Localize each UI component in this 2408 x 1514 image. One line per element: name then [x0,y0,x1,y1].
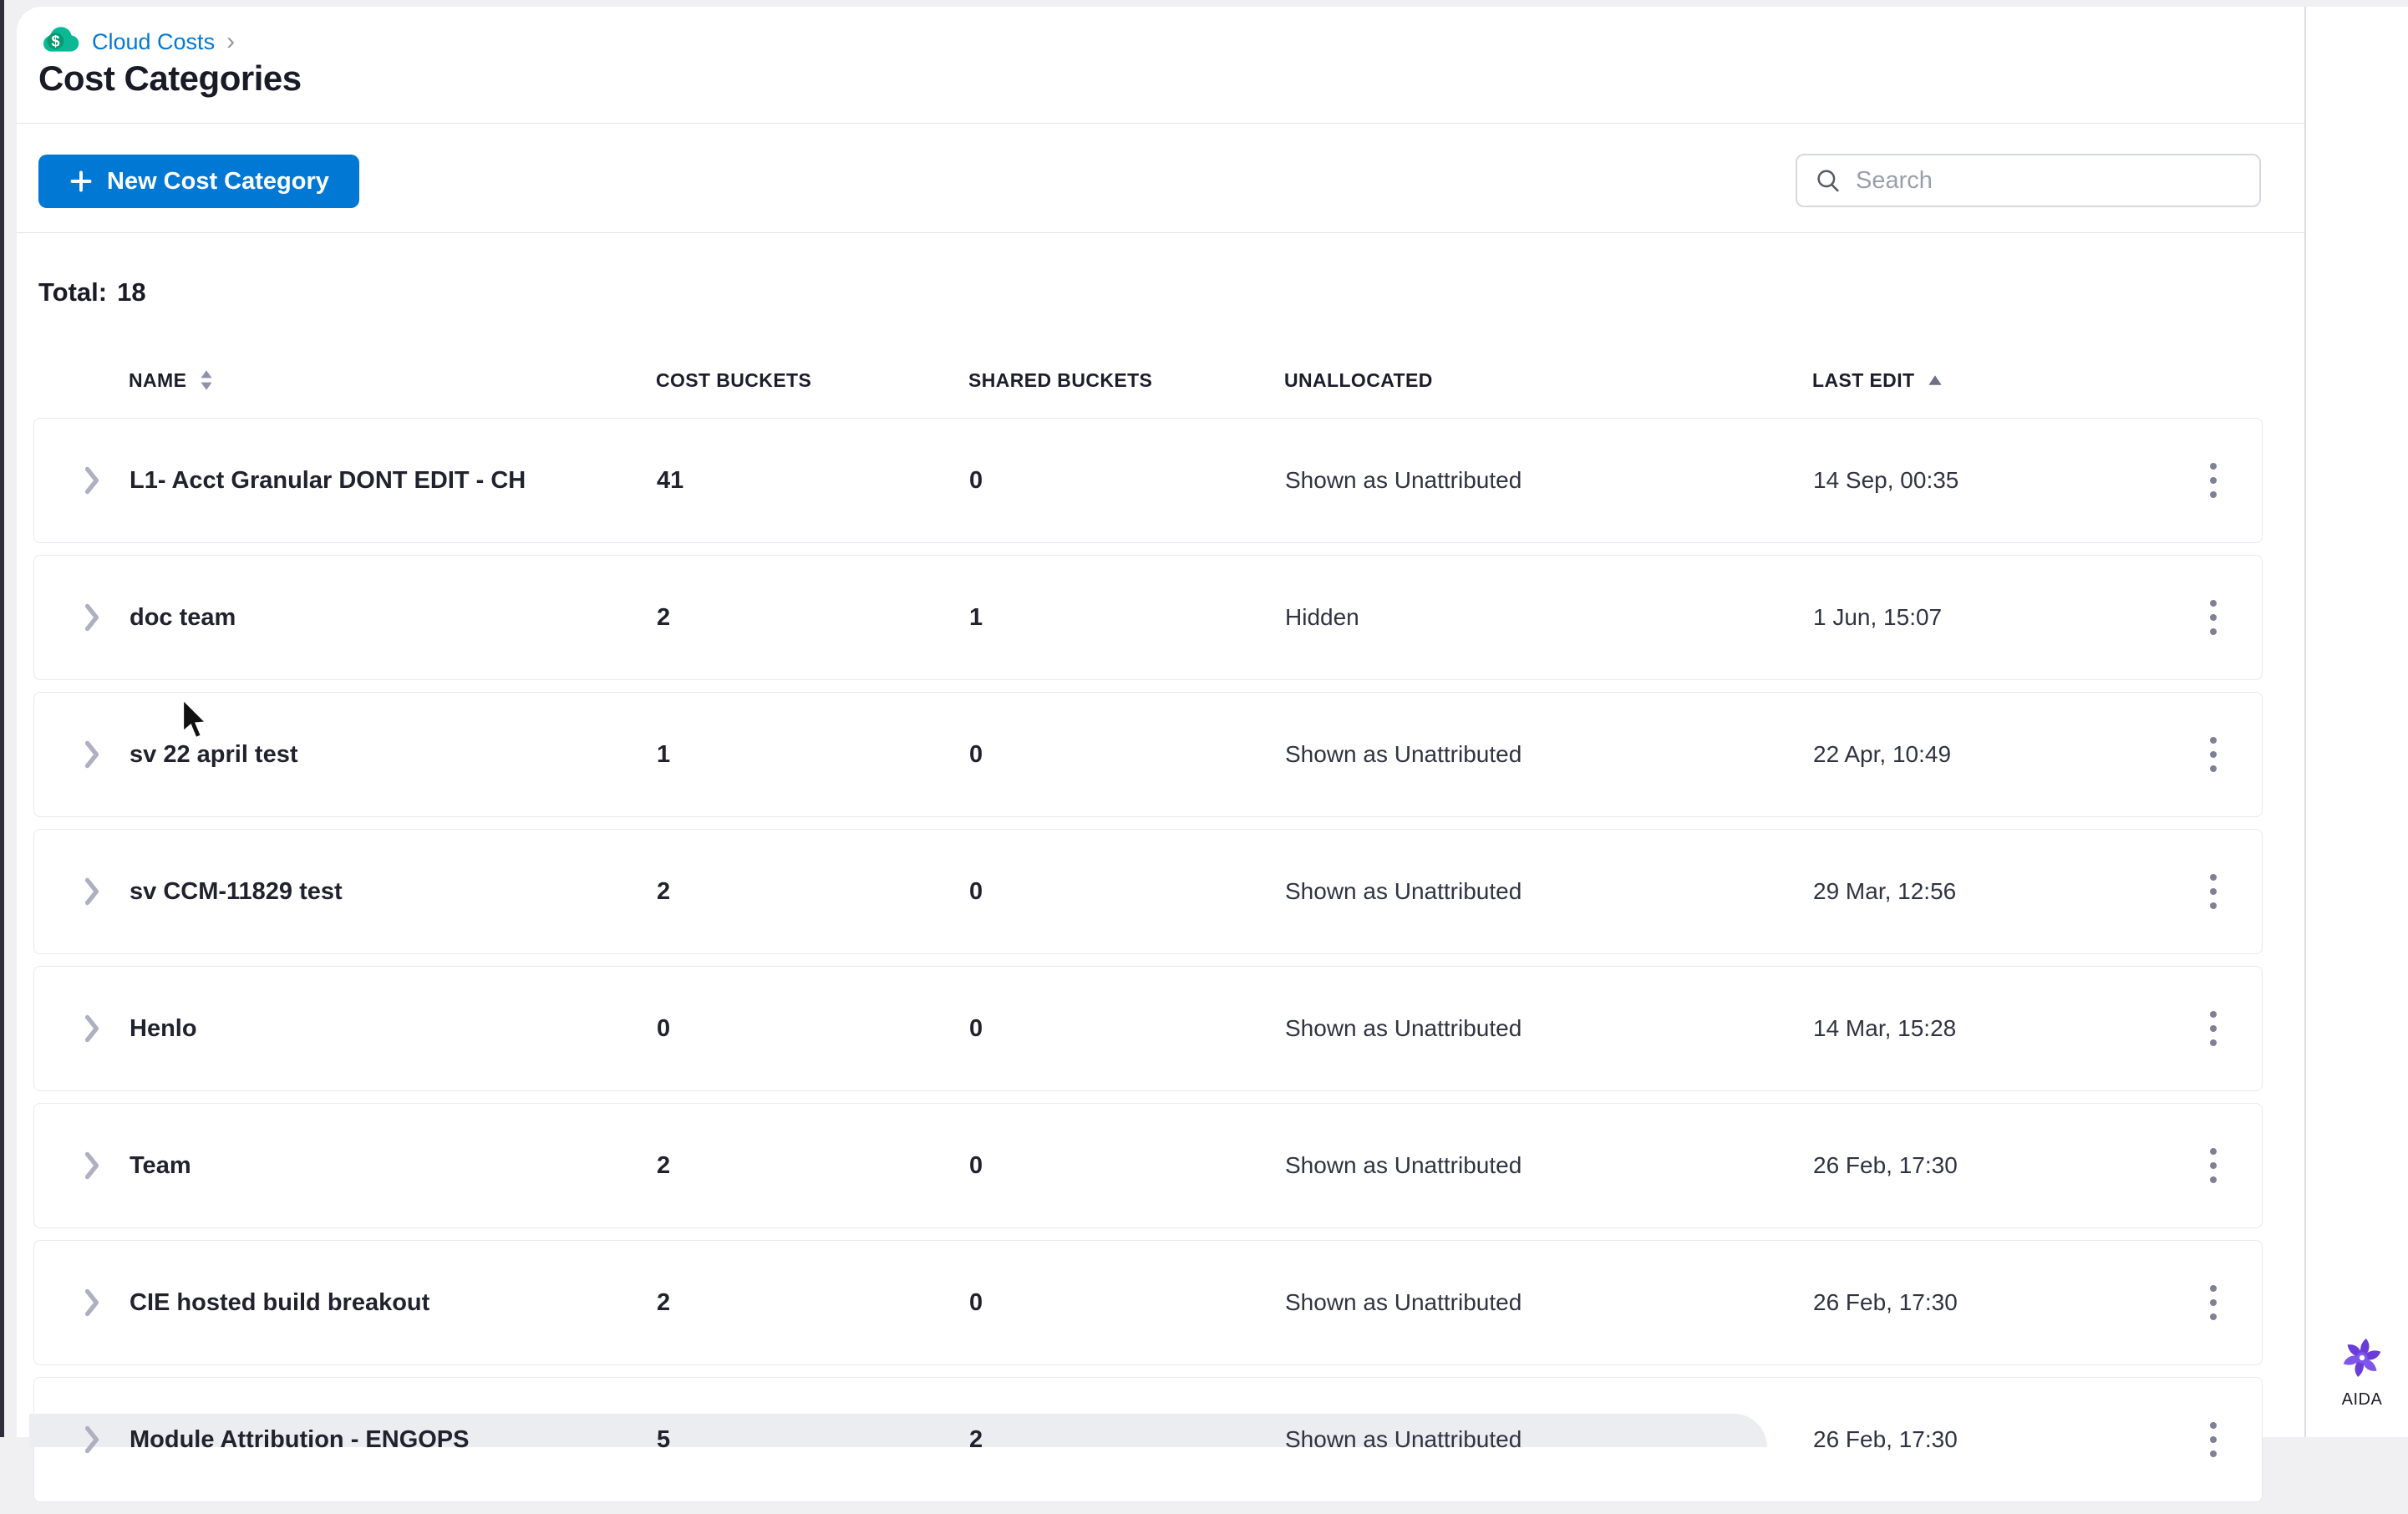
row-shared-buckets: 0 [969,740,983,768]
search-icon [1814,166,1842,195]
column-header-name[interactable]: NAME [129,369,656,392]
row-last-edit: 26 Feb, 17:30 [1813,1289,1958,1315]
row-cost-buckets: 2 [657,603,671,631]
row-name: Team [130,1151,191,1179]
row-last-edit: 14 Sep, 00:35 [1813,467,1959,493]
table-row[interactable]: L1- Acct Granular DONT EDIT - CH 41 0 Sh… [33,418,2263,543]
table-row[interactable]: doc team 2 1 Hidden 1 Jun, 15:07 [33,555,2263,680]
row-cost-buckets: 2 [657,1151,671,1179]
table-row[interactable]: Module Attribution - ENGOPS 5 2 Shown as… [33,1377,2263,1502]
right-rail-divider [2304,7,2306,1437]
row-kebab-menu-icon[interactable] [2191,1136,2236,1195]
row-shared-buckets: 0 [969,1014,983,1042]
plus-icon [69,169,94,194]
table-row[interactable]: sv 22 april test 1 0 Shown as Unattribut… [33,692,2263,817]
row-cost-buckets: 2 [657,1288,671,1316]
row-expand-chevron-icon[interactable] [83,1288,104,1318]
mouse-cursor-icon [177,696,211,749]
new-cost-category-button[interactable]: New Cost Category [38,155,359,208]
row-cost-buckets: 5 [657,1425,671,1453]
row-expand-chevron-icon[interactable] [83,602,104,633]
row-kebab-menu-icon[interactable] [2191,862,2236,921]
row-expand-chevron-icon[interactable] [83,1014,104,1044]
page-title: Cost Categories [38,58,302,98]
row-name: L1- Acct Granular DONT EDIT - CH [130,466,526,494]
row-shared-buckets: 2 [969,1425,983,1453]
total-value: 18 [117,277,146,307]
total-count: Total: 18 [38,277,146,307]
row-name: sv CCM-11829 test [130,877,343,905]
row-last-edit: 1 Jun, 15:07 [1813,604,1943,630]
row-last-edit: 14 Mar, 15:28 [1813,1015,1957,1041]
table-rows: L1- Acct Granular DONT EDIT - CH 41 0 Sh… [33,418,2263,1514]
row-last-edit: 26 Feb, 17:30 [1813,1426,1958,1452]
row-kebab-menu-icon[interactable] [2191,725,2236,784]
column-header-unallocated[interactable]: UNALLOCATED [1284,369,1812,392]
sort-updown-icon [200,369,213,391]
row-last-edit: 26 Feb, 17:30 [1813,1152,1958,1178]
cloud-costs-icon: $ [42,25,80,58]
table-header: NAME COST BUCKETS SHARED BUCKETS UNALLOC… [33,351,2263,409]
search-box [1796,154,2261,207]
row-unallocated: Shown as Unattributed [1285,1152,1522,1178]
row-kebab-menu-icon[interactable] [2191,1273,2236,1332]
aida-label: AIDA [2341,1390,2383,1409]
table-row[interactable]: CIE hosted build breakout 2 0 Shown as U… [33,1240,2263,1365]
row-last-edit: 22 Apr, 10:49 [1813,741,1952,767]
row-expand-chevron-icon[interactable] [83,1151,104,1181]
table-row[interactable]: Henlo 0 0 Shown as Unattributed 14 Mar, … [33,966,2263,1091]
breadcrumb-link-cloud-costs[interactable]: Cloud Costs [92,29,215,55]
row-expand-chevron-icon[interactable] [83,1425,104,1455]
aida-icon [2338,1334,2386,1382]
row-name: doc team [130,603,236,631]
row-unallocated: Shown as Unattributed [1285,1015,1522,1041]
header-divider [17,123,2304,124]
app-window: $ Cloud Costs › Cost Categories New Cost… [0,0,2408,1502]
row-shared-buckets: 0 [969,1288,983,1316]
table-row[interactable]: sv CCM-11829 test 2 0 Shown as Unattribu… [33,829,2263,954]
svg-text:$: $ [51,33,59,50]
aida-widget[interactable]: AIDA [2324,1334,2400,1410]
row-cost-buckets: 1 [657,740,671,768]
row-name: Henlo [130,1014,197,1042]
row-unallocated: Shown as Unattributed [1285,878,1522,904]
row-unallocated: Shown as Unattributed [1285,467,1522,493]
column-header-cost-buckets[interactable]: COST BUCKETS [656,369,968,392]
row-unallocated: Shown as Unattributed [1285,1289,1522,1315]
row-unallocated: Shown as Unattributed [1285,1426,1522,1452]
row-name: Module Attribution - ENGOPS [130,1425,470,1453]
row-kebab-menu-icon[interactable] [2191,588,2236,647]
row-shared-buckets: 0 [969,466,983,494]
breadcrumb-chevron-icon: › [226,28,236,55]
row-cost-buckets: 2 [657,877,671,905]
row-kebab-menu-icon[interactable] [2191,451,2236,510]
row-cost-buckets: 0 [657,1014,671,1042]
column-header-last-edit[interactable]: LAST EDIT [1812,369,2163,392]
row-last-edit: 29 Mar, 12:56 [1813,878,1957,904]
row-expand-chevron-icon[interactable] [83,465,104,495]
column-header-shared-buckets[interactable]: SHARED BUCKETS [968,369,1284,392]
search-input[interactable] [1856,166,2243,195]
row-cost-buckets: 41 [657,466,684,494]
row-shared-buckets: 0 [969,1151,983,1179]
new-cost-category-label: New Cost Category [107,167,329,195]
row-name: CIE hosted build breakout [130,1288,430,1316]
table-row[interactable]: Team 2 0 Shown as Unattributed 26 Feb, 1… [33,1103,2263,1228]
row-kebab-menu-icon[interactable] [2191,1410,2236,1469]
row-expand-chevron-icon[interactable] [83,876,104,907]
breadcrumb: $ Cloud Costs › [42,23,235,60]
collapsed-nav-edge [0,0,4,1437]
row-shared-buckets: 1 [969,603,983,631]
toolbar-divider [17,232,2304,233]
row-shared-buckets: 0 [969,877,983,905]
row-expand-chevron-icon[interactable] [83,739,104,770]
row-unallocated: Hidden [1285,604,1359,630]
sort-asc-icon [1928,374,1943,386]
total-label: Total: [38,277,108,307]
row-kebab-menu-icon[interactable] [2191,999,2236,1058]
row-unallocated: Shown as Unattributed [1285,741,1522,767]
